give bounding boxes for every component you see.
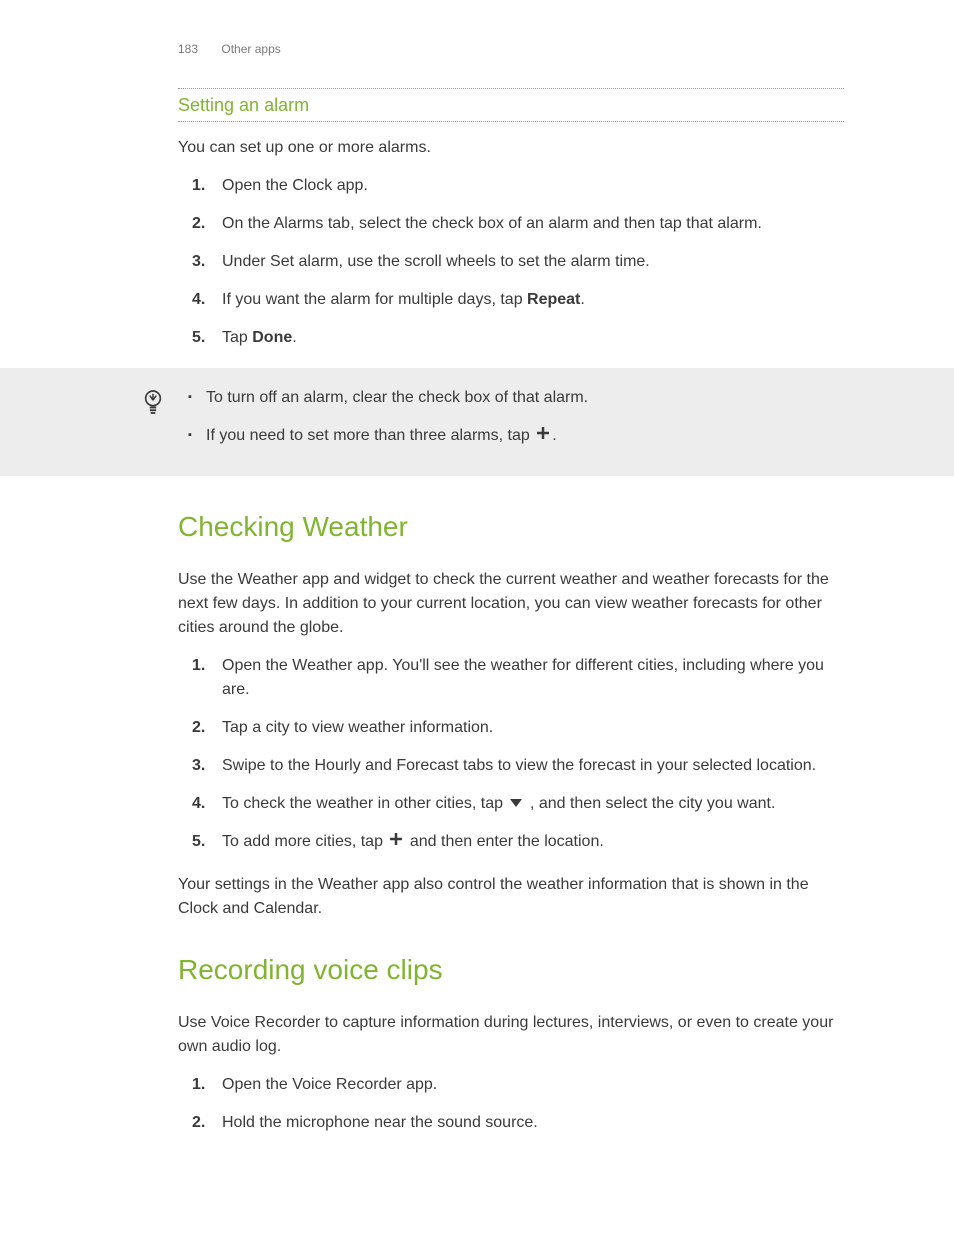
tip-box: To turn off an alarm, clear the check bo…: [0, 368, 954, 476]
list-item: Tap a city to view weather information.: [178, 716, 844, 740]
list-item: To check the weather in other cities, ta…: [178, 792, 844, 816]
section-name: Other apps: [221, 42, 280, 56]
text-fragment: To add more cities, tap: [222, 834, 387, 851]
weather-outro: Your settings in the Weather app also co…: [178, 873, 844, 921]
page-header: 183 Other apps: [178, 40, 844, 58]
list-item: If you need to set more than three alarm…: [178, 424, 836, 448]
weather-heading: Checking Weather: [178, 506, 844, 548]
plus-icon: [389, 830, 403, 854]
list-item: To add more cities, tap and then enter t…: [178, 830, 844, 854]
voice-intro: Use Voice Recorder to capture informatio…: [178, 1011, 844, 1059]
text-fragment: .: [580, 291, 584, 308]
voice-heading: Recording voice clips: [178, 949, 844, 991]
tip-list: To turn off an alarm, clear the check bo…: [178, 386, 836, 448]
list-item: Open the Clock app.: [178, 174, 844, 198]
lightbulb-icon: [142, 388, 164, 462]
list-item: Open the Voice Recorder app.: [178, 1073, 844, 1097]
done-label: Done: [252, 329, 292, 346]
text-fragment: and then enter the location.: [405, 834, 603, 851]
text-fragment: , and then select the city you want.: [525, 795, 775, 812]
list-item: On the Alarms tab, select the check box …: [178, 212, 844, 236]
text-fragment: If you want the alarm for multiple days,…: [222, 291, 527, 308]
tip-content: To turn off an alarm, clear the check bo…: [178, 386, 936, 462]
text-fragment: If you need to set more than three alarm…: [206, 427, 534, 444]
plus-icon: [536, 424, 550, 448]
list-item: If you want the alarm for multiple days,…: [178, 288, 844, 312]
alarm-steps-list: Open the Clock app. On the Alarms tab, s…: [178, 174, 844, 350]
dropdown-triangle-icon: [509, 792, 523, 816]
list-item: To turn off an alarm, clear the check bo…: [178, 386, 836, 410]
list-item: Tap Done.: [178, 326, 844, 350]
page-number: 183: [178, 42, 198, 56]
weather-intro: Use the Weather app and widget to check …: [178, 568, 844, 640]
repeat-label: Repeat: [527, 291, 580, 308]
voice-steps-list: Open the Voice Recorder app. Hold the mi…: [178, 1073, 844, 1135]
list-item: Hold the microphone near the sound sourc…: [178, 1111, 844, 1135]
alarm-intro: You can set up one or more alarms.: [178, 136, 844, 160]
text-fragment: To check the weather in other cities, ta…: [222, 795, 507, 812]
alarm-subheading: Setting an alarm: [178, 89, 844, 121]
list-item: Open the Weather app. You'll see the wea…: [178, 654, 844, 702]
list-item: Under Set alarm, use the scroll wheels t…: [178, 250, 844, 274]
tip-icon-column: [0, 386, 178, 462]
text-fragment: .: [292, 329, 296, 346]
text-fragment: .: [552, 427, 556, 444]
subheading-container: Setting an alarm: [178, 88, 844, 122]
text-fragment: Tap: [222, 329, 252, 346]
weather-steps-list: Open the Weather app. You'll see the wea…: [178, 654, 844, 854]
list-item: Swipe to the Hourly and Forecast tabs to…: [178, 754, 844, 778]
